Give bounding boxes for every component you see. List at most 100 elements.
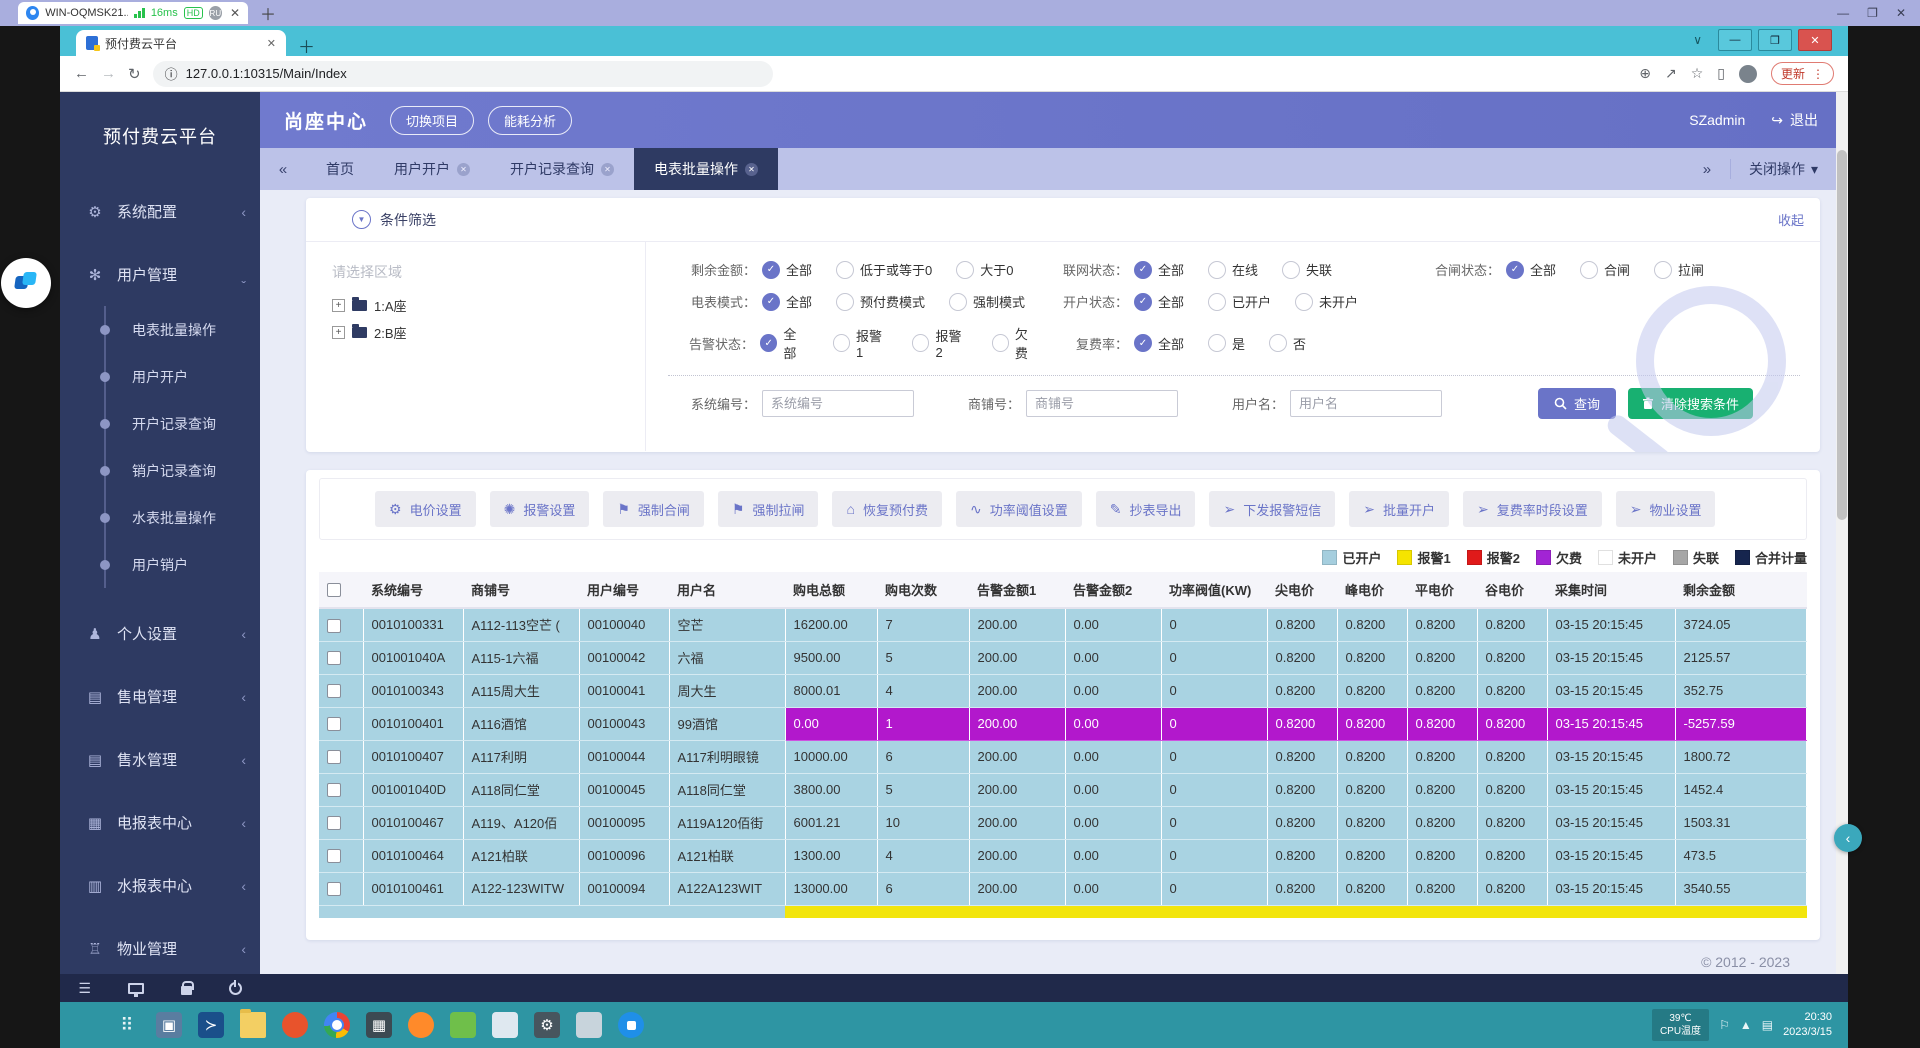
radio-option[interactable]: ✓全部 <box>762 260 812 279</box>
back-icon[interactable]: ← <box>74 65 89 82</box>
radio-option[interactable]: ✓合闸 <box>1580 260 1630 279</box>
settings-gear-icon[interactable]: ⚙ <box>528 1005 566 1045</box>
edge-expand-button[interactable]: ‹ <box>1834 824 1862 852</box>
sidebar-subitem[interactable]: 水表批量操作 <box>106 494 260 541</box>
column-header[interactable]: 剩余金额 <box>1675 572 1807 608</box>
file-explorer-icon[interactable] <box>234 1005 272 1045</box>
sidebar-item[interactable]: ♖ 物业管理 ‹ <box>60 917 260 980</box>
window-app2-icon[interactable] <box>570 1005 608 1045</box>
sidebar-item[interactable]: ⚙ 系统配置 ‹ <box>60 180 260 243</box>
radio-option[interactable]: ✓失联 <box>1282 260 1332 279</box>
bookmark-star-icon[interactable]: ☆ <box>1691 65 1704 82</box>
tabs-scroll-right-icon[interactable]: » <box>1684 161 1730 178</box>
firefox-ball-icon[interactable] <box>402 1005 440 1045</box>
sidebar-item[interactable]: ♟ 个人设置 ‹ <box>60 602 260 665</box>
sidebar-subitem[interactable]: 用户开户 <box>106 353 260 400</box>
radio-option[interactable]: ✓全部 <box>762 292 812 311</box>
filter-input[interactable] <box>762 390 914 417</box>
photos-app-icon[interactable] <box>444 1005 482 1045</box>
reload-icon[interactable]: ↻ <box>128 65 141 83</box>
column-header[interactable]: 购电次数 <box>877 572 969 608</box>
dark-app-icon[interactable]: ▦ <box>360 1005 398 1045</box>
column-header[interactable]: 商铺号 <box>463 572 579 608</box>
logout-button[interactable]: ↪ 退出 <box>1771 110 1818 130</box>
profile-avatar[interactable] <box>1739 65 1757 83</box>
ime-icon[interactable]: ▤ <box>1762 1018 1773 1032</box>
collapse-link[interactable]: 收起 <box>1778 210 1804 229</box>
update-button[interactable]: 更新⋮ <box>1771 62 1834 85</box>
sidebar-subitem[interactable]: 电表批量操作 <box>106 306 260 353</box>
column-header[interactable]: 谷电价 <box>1477 572 1547 608</box>
search-button[interactable]: 查询 <box>1538 388 1616 419</box>
toolbar-button[interactable]: ∿ 功率阈值设置 <box>956 491 1082 527</box>
column-header[interactable]: 峰电价 <box>1337 572 1407 608</box>
toolbar-button[interactable]: ✎ 抄表导出 <box>1096 491 1196 527</box>
client-window-controls[interactable]: —❐✕ <box>1837 0 1906 26</box>
filter-input[interactable] <box>1026 390 1178 417</box>
address-bar[interactable]: ⓘ 127.0.0.1:10315/Main/Index <box>153 61 773 87</box>
close-session-icon[interactable]: ✕ <box>230 6 240 20</box>
radio-option[interactable]: ✓拉闸 <box>1654 260 1704 279</box>
column-header[interactable]: 系统编号 <box>363 572 463 608</box>
toolbar-button[interactable]: ➢ 物业设置 <box>1616 491 1716 527</box>
column-header[interactable]: 购电总额 <box>785 572 877 608</box>
browser-restore-button[interactable]: ❐ <box>1758 29 1792 51</box>
radio-option[interactable]: ✓低于或等于0 <box>836 260 932 279</box>
tree-node[interactable]: + 2:B座 <box>332 319 645 346</box>
new-session-button[interactable]: ＋ <box>260 1 276 25</box>
row-checkbox[interactable] <box>327 619 341 633</box>
radio-option[interactable]: ✓强制模式 <box>949 292 1025 311</box>
tree-node[interactable]: + 1:A座 <box>332 292 645 319</box>
share-icon[interactable]: ↗ <box>1665 65 1677 82</box>
browser-close-button[interactable]: ✕ <box>1798 29 1832 51</box>
tab-close-icon[interactable]: ✕ <box>745 163 758 176</box>
toolbar-button[interactable]: ➢ 下发报警短信 <box>1209 491 1335 527</box>
radio-option[interactable]: ✓报警1 <box>833 324 889 362</box>
column-header[interactable]: 功率阀值(KW) <box>1161 572 1267 608</box>
table-row[interactable]: 001001040AA115-1六福00100042六福 9500.005200… <box>319 641 1807 674</box>
page-scrollbar[interactable] <box>1836 92 1848 1002</box>
radio-option[interactable]: ✓欠费 <box>992 324 1041 362</box>
toolbar-button[interactable]: ✺ 报警设置 <box>490 491 590 527</box>
row-checkbox[interactable] <box>327 816 341 830</box>
powershell-icon[interactable]: ≻ <box>192 1005 230 1045</box>
apps-grid-icon[interactable]: ⠿ <box>108 1005 146 1045</box>
row-checkbox[interactable] <box>327 783 341 797</box>
radio-option[interactable]: ✓报警2 <box>912 324 968 362</box>
taskbar-clock[interactable]: 20:30 2023/3/15 <box>1783 1010 1832 1041</box>
toolbar-button[interactable]: ⚑ 强制合闸 <box>603 491 704 527</box>
expand-icon[interactable]: + <box>332 326 345 339</box>
toolbar-button[interactable]: ⌂ 恢复预付费 <box>832 491 941 527</box>
forward-icon[interactable]: → <box>101 65 116 82</box>
tab-close-icon[interactable]: ✕ <box>457 163 470 176</box>
browser-minimize-button[interactable]: — <box>1718 29 1752 51</box>
radio-option[interactable]: ✓全部 <box>1134 334 1184 353</box>
new-tab-button[interactable]: ＋ <box>298 33 315 58</box>
table-row[interactable]: 001001040DA118同仁堂00100045A118同仁堂 3800.00… <box>319 773 1807 806</box>
column-header[interactable]: 用户名 <box>669 572 785 608</box>
chrome-icon[interactable] <box>318 1005 356 1045</box>
table-row[interactable]: 0010100401A116酒馆0010004399酒馆 0.001200.00… <box>319 707 1807 740</box>
close-operations-dropdown[interactable]: 关闭操作▾ <box>1730 159 1836 179</box>
tab-search-icon[interactable]: ∨ <box>1693 33 1702 47</box>
nav-tab[interactable]: 首页 ✕ <box>306 148 374 190</box>
arrow-up-icon[interactable]: ▲ <box>1740 1018 1752 1032</box>
site-info-icon[interactable]: ⓘ <box>165 64 178 83</box>
sidebar-item[interactable]: ✻ 用户管理 ˬ <box>60 243 260 306</box>
table-row[interactable]: 0010100467A119、A120佰00100095A119A120佰街 6… <box>319 806 1807 839</box>
lock-icon[interactable] <box>181 986 192 995</box>
column-header[interactable]: 尖电价 <box>1267 572 1337 608</box>
flag-icon[interactable]: ⚐ <box>1719 1018 1730 1032</box>
radio-option[interactable]: ✓是 <box>1208 334 1245 353</box>
sidebar-item[interactable]: ▤ 售水管理 ‹ <box>60 728 260 791</box>
monitor-icon[interactable] <box>128 983 144 994</box>
radio-option[interactable]: ✓已开户 <box>1208 292 1271 311</box>
radio-option[interactable]: ✓否 <box>1269 334 1306 353</box>
zoom-icon[interactable]: ⊕ <box>1639 65 1651 82</box>
sidebar-item[interactable]: ▦ 电报表中心 ‹ <box>60 791 260 854</box>
radio-option[interactable]: ✓全部 <box>760 324 809 362</box>
table-row[interactable]: 0010100461A122-123WITW00100094A122A123WI… <box>319 872 1807 905</box>
start-icon[interactable] <box>66 1005 104 1045</box>
server-manager-icon[interactable]: ▣ <box>150 1005 188 1045</box>
column-header[interactable]: 告警金额1 <box>969 572 1065 608</box>
